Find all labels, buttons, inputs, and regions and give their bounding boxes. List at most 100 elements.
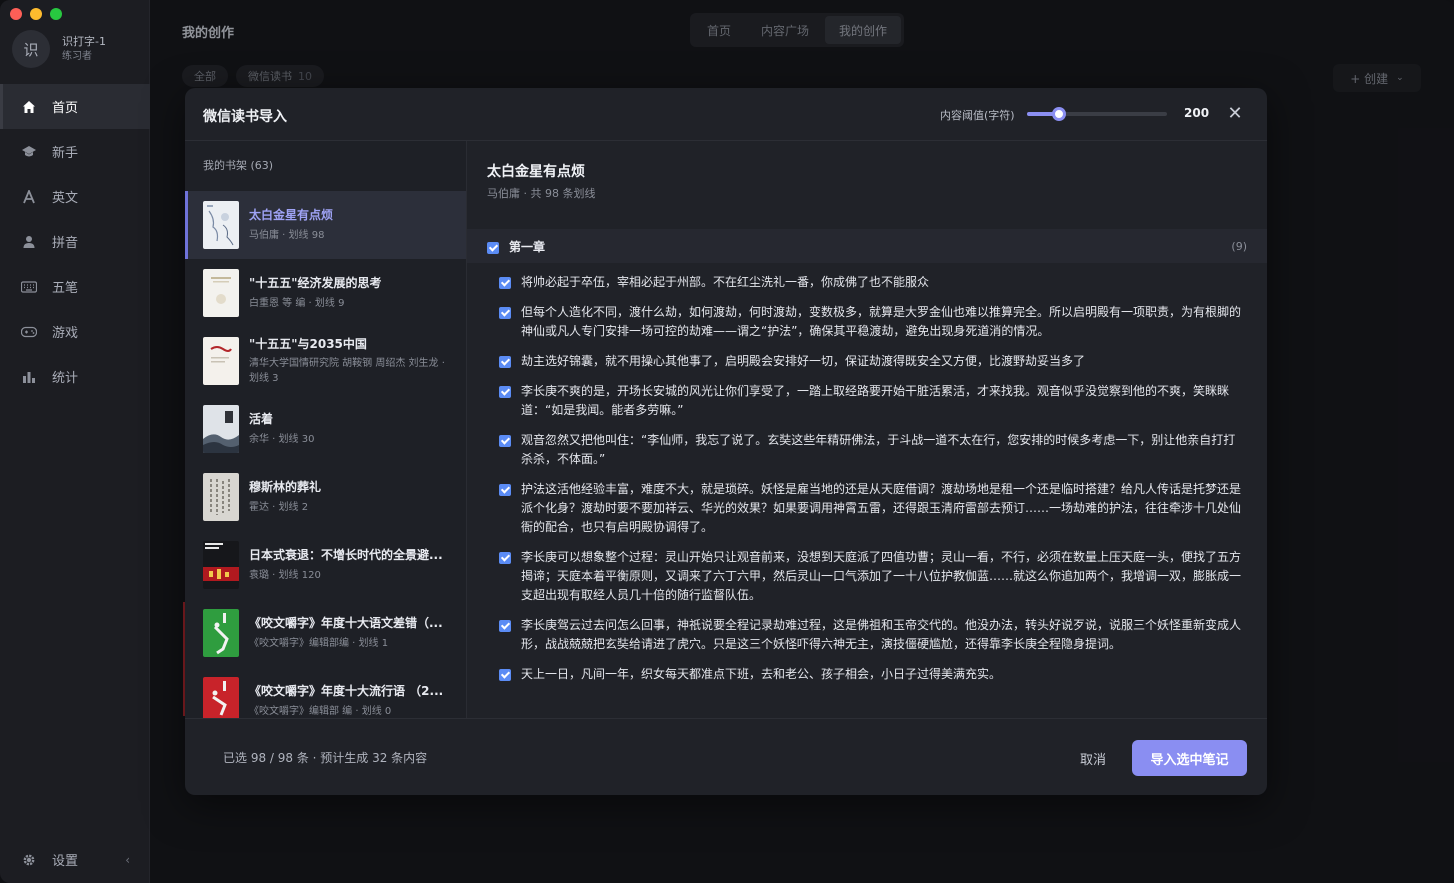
- book-cover: [203, 269, 239, 317]
- sidebar-item-beginner[interactable]: 新手: [0, 129, 150, 174]
- highlight-item[interactable]: 护法这活他经验丰富，难度不大，就是琐碎。妖怪是雇当地的还是从天庭借调？渡劫场地是…: [499, 480, 1243, 537]
- settings-label: 设置: [52, 854, 79, 869]
- book-meta: 白重恩 等 编 · 划线 9: [249, 297, 345, 309]
- book-item[interactable]: 太白金星有点烦 马伯庸 · 划线 98: [185, 191, 466, 259]
- highlight-checkbox[interactable]: [499, 669, 511, 681]
- sidebar-item-label: 游戏: [52, 326, 79, 341]
- book-title: 《咬文嚼字》年度十大语文差错（...: [249, 616, 443, 631]
- shelf-title: 我的书架 (63): [203, 159, 274, 172]
- cancel-button[interactable]: 取消: [1080, 749, 1106, 768]
- book-detail-panel: 太白金星有点烦 马伯庸 · 共 98 条划线 第一章 (9) 将帅必起于卒伍，宰…: [467, 141, 1267, 718]
- threshold-label: 内容阈值(字符): [940, 109, 1015, 122]
- highlight-item[interactable]: 但每个人造化不同，渡什么劫，如何渡劫，何时渡劫，变数极多，就算是大罗金仙也难以推…: [499, 303, 1243, 341]
- highlight-item[interactable]: 李长庚可以想象整个过程：灵山开始只让观音前来，没想到天庭派了四值功曹；灵山一看，…: [499, 548, 1243, 605]
- sidebar-item-label: 五笔: [52, 281, 79, 296]
- highlight-checkbox[interactable]: [499, 307, 511, 319]
- book-cover: [203, 609, 239, 657]
- highlight-checkbox[interactable]: [499, 356, 511, 368]
- book-meta: 余华 · 划线 30: [249, 433, 315, 445]
- book-cover: [203, 677, 239, 718]
- threshold-value: 200: [1184, 106, 1210, 120]
- sidebar-item-label: 首页: [52, 101, 79, 116]
- threshold-slider[interactable]: [1027, 107, 1167, 121]
- weread-import-modal: 微信读书导入 内容阈值(字符) 200 ✕ 我的书架 (63) 太白金星有点烦 …: [185, 88, 1267, 795]
- modal-title: 微信读书导入: [203, 109, 287, 125]
- highlight-item[interactable]: 劫主选好锦囊，就不用操心其他事了，启明殿会安排好一切，保证劫渡得既安全又方便，比…: [499, 352, 1243, 371]
- book-list: 太白金星有点烦 马伯庸 · 划线 98 "十五五"经济发展的思考 白重恩 等 编…: [185, 191, 466, 718]
- slider-handle[interactable]: [1052, 107, 1066, 121]
- selection-summary: 已选 98 / 98 条 · 预计生成 32 条内容: [223, 751, 428, 765]
- sidebar-item-home[interactable]: 首页: [0, 84, 150, 129]
- highlight-text: 李长庚不爽的是，开场长安城的风光让你们享受了，一踏上取经路要开始干脏活累活，才来…: [521, 384, 1230, 417]
- book-item[interactable]: "十五五"经济发展的思考 白重恩 等 编 · 划线 9: [185, 259, 466, 327]
- sidebar-item-english[interactable]: 英文: [0, 174, 150, 219]
- sidebar: 识 识打字-1 练习者 首页 新手 英文 拼音 五笔 游戏 统计 设置 ‹: [0, 0, 150, 883]
- highlight-item[interactable]: 李长庚驾云过去问怎么回事，神祇说要全程记录劫难过程，这是佛祖和玉帝交代的。他没办…: [499, 616, 1243, 654]
- gear-icon: [20, 851, 38, 869]
- book-meta: 马伯庸 · 划线 98: [249, 229, 325, 241]
- sidebar-item-games[interactable]: 游戏: [0, 309, 150, 354]
- highlight-checkbox[interactable]: [499, 484, 511, 496]
- sidebar-item-label: 英文: [52, 191, 79, 206]
- import-selected-button[interactable]: 导入选中笔记: [1132, 740, 1247, 776]
- profile-role: 练习者: [62, 51, 92, 63]
- highlight-item[interactable]: 天上一日，凡间一年，织女每天都准点下班，去和老公、孩子相会，小日子过得美满充实。: [499, 665, 1243, 684]
- highlight-text: 李长庚可以想象整个过程：灵山开始只让观音前来，没想到天庭派了四值功曹；灵山一看，…: [521, 550, 1242, 602]
- book-cover: [203, 201, 239, 249]
- bar-chart-icon: [20, 368, 38, 386]
- sidebar-item-stats[interactable]: 统计: [0, 354, 150, 399]
- highlight-text: 将帅必起于卒伍，宰相必起于州部。不在红尘洗礼一番，你成佛了也不能服众: [521, 275, 930, 289]
- highlight-text: 劫主选好锦囊，就不用操心其他事了，启明殿会安排好一切，保证劫渡得既安全又方便，比…: [521, 354, 1086, 368]
- book-item[interactable]: 穆斯林的葬礼 霍达 · 划线 2: [185, 463, 466, 531]
- chapter-checkbox[interactable]: [487, 242, 499, 254]
- avatar: 识: [12, 30, 50, 68]
- book-title: "十五五"经济发展的思考: [249, 276, 382, 291]
- profile-name: 识打字-1: [62, 34, 106, 48]
- highlight-checkbox[interactable]: [499, 552, 511, 564]
- book-item[interactable]: "十五五"与2035中国 清华大学国情研究院 胡鞍钢 周绍杰 刘生龙 · 划线 …: [185, 327, 466, 395]
- user-profile[interactable]: 识 识打字-1 练习者: [12, 30, 106, 68]
- highlight-item[interactable]: 将帅必起于卒伍，宰相必起于州部。不在红尘洗礼一番，你成佛了也不能服众: [499, 273, 1243, 292]
- sidebar-item-label: 新手: [52, 146, 79, 161]
- modal-footer: 已选 98 / 98 条 · 预计生成 32 条内容 取消 导入选中笔记: [185, 718, 1267, 795]
- book-item[interactable]: 日本式衰退：不增长时代的全景避... 袁璐 · 划线 120: [185, 531, 466, 599]
- graduation-cap-icon: [20, 143, 38, 161]
- highlight-list: 将帅必起于卒伍，宰相必起于州部。不在红尘洗礼一番，你成佛了也不能服众 但每个人造…: [467, 263, 1267, 695]
- highlight-text: 观音忽然又把他叫住：“李仙师，我忘了说了。玄奘这些年精研佛法，于斗战一道不太在行…: [521, 433, 1236, 466]
- highlight-checkbox[interactable]: [499, 620, 511, 632]
- gamepad-icon: [20, 323, 38, 341]
- minimize-window-button[interactable]: [30, 8, 42, 20]
- highlight-checkbox[interactable]: [499, 277, 511, 289]
- highlight-text: 天上一日，凡间一年，织女每天都准点下班，去和老公、孩子相会，小日子过得美满充实。: [521, 667, 1002, 681]
- chapter-name: 第一章: [509, 239, 546, 254]
- book-item[interactable]: 活着 余华 · 划线 30: [185, 395, 466, 463]
- user-icon: [20, 233, 38, 251]
- sidebar-item-pinyin[interactable]: 拼音: [0, 219, 150, 264]
- book-meta: 《咬文嚼字》编辑部 编 · 划线 0: [249, 705, 392, 717]
- highlight-item[interactable]: 观音忽然又把他叫住：“李仙师，我忘了说了。玄奘这些年精研佛法，于斗战一道不太在行…: [499, 431, 1243, 469]
- settings-button[interactable]: 设置 ‹: [20, 850, 130, 869]
- highlight-checkbox[interactable]: [499, 435, 511, 447]
- highlight-text: 李长庚驾云过去问怎么回事，神祇说要全程记录劫难过程，这是佛祖和玉帝交代的。他没办…: [521, 618, 1242, 651]
- close-window-button[interactable]: [10, 8, 22, 20]
- letter-a-icon: [20, 188, 38, 206]
- highlight-item[interactable]: 李长庚不爽的是，开场长安城的风光让你们享受了，一踏上取经路要开始干脏活累活，才来…: [499, 382, 1243, 420]
- sidebar-item-wubi[interactable]: 五笔: [0, 264, 150, 309]
- highlight-text: 护法这活他经验丰富，难度不大，就是琐碎。妖怪是雇当地的还是从天庭借调？渡劫场地是…: [521, 482, 1242, 534]
- book-cover: [203, 473, 239, 521]
- book-item[interactable]: 《咬文嚼字》年度十大流行语 （2... 《咬文嚼字》编辑部 编 · 划线 0: [185, 667, 466, 718]
- book-title: "十五五"与2035中国: [249, 336, 367, 351]
- book-item[interactable]: 《咬文嚼字》年度十大语文差错（... 《咬文嚼字》编辑部编 · 划线 1: [185, 599, 466, 667]
- book-title: 太白金星有点烦: [249, 208, 334, 223]
- highlight-checkbox[interactable]: [499, 386, 511, 398]
- highlight-text: 但每个人造化不同，渡什么劫，如何渡劫，何时渡劫，变数极多，就算是大罗金仙也难以推…: [521, 305, 1242, 338]
- book-meta: 袁璐 · 划线 120: [249, 569, 321, 581]
- bookshelf-panel: 我的书架 (63) 太白金星有点烦 马伯庸 · 划线 98 "十五五"经济发展的…: [185, 141, 467, 718]
- book-cover: [203, 405, 239, 453]
- zoom-window-button[interactable]: [50, 8, 62, 20]
- chapter-header[interactable]: 第一章 (9): [467, 229, 1267, 263]
- close-icon[interactable]: ✕: [1226, 105, 1244, 123]
- detail-book-meta: 马伯庸 · 共 98 条划线: [487, 187, 596, 200]
- collapse-sidebar-icon[interactable]: ‹: [125, 853, 130, 867]
- book-meta: 清华大学国情研究院 胡鞍钢 周绍杰 刘生龙 · 划线 3: [249, 358, 445, 385]
